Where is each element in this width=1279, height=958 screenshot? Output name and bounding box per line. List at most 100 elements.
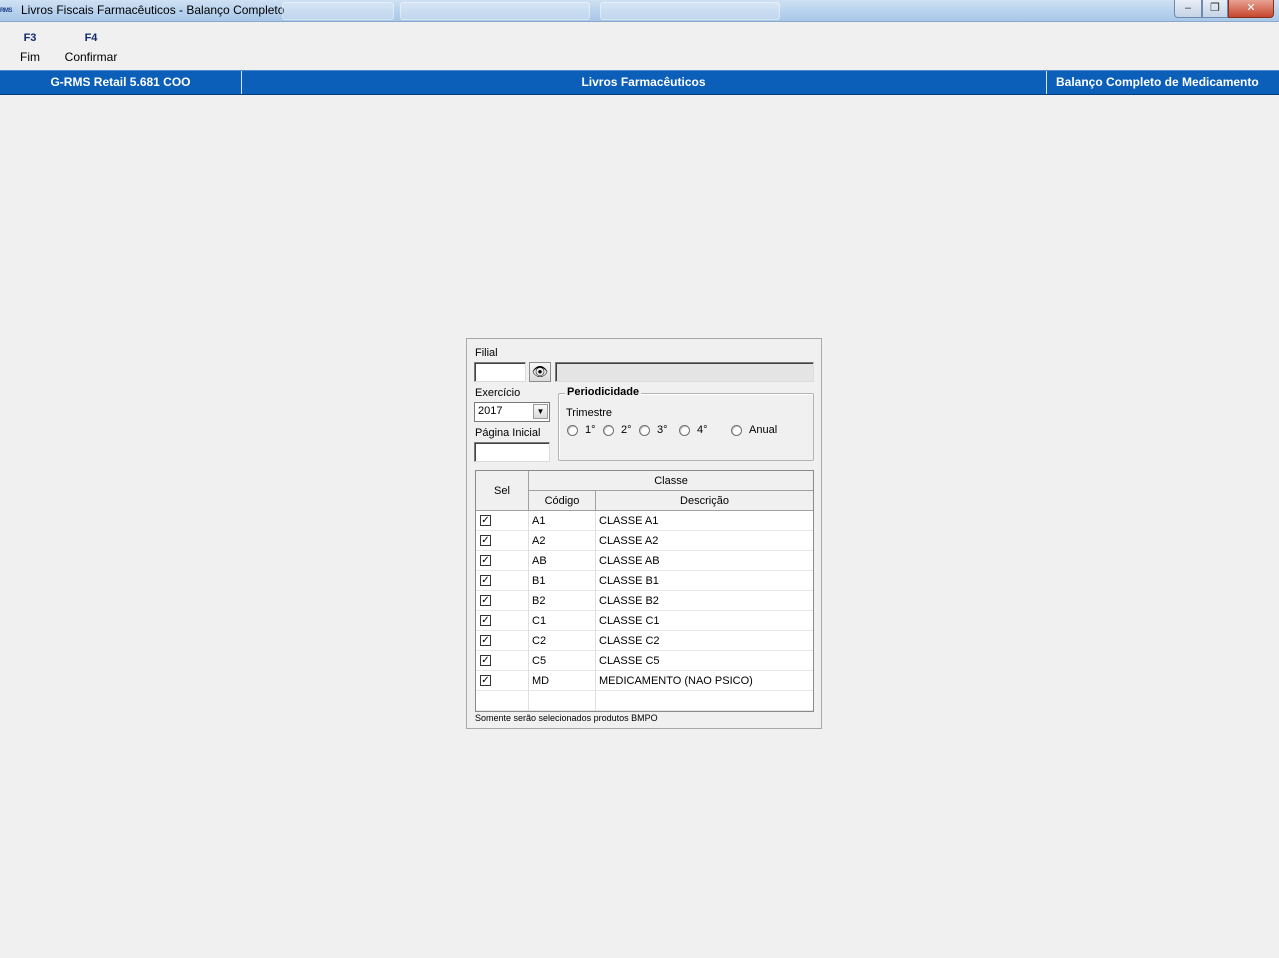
grid-cell-descricao: CLASSE C2 xyxy=(599,635,660,647)
radio-trimestre-2[interactable]: 2° xyxy=(603,424,632,436)
grid-cell-sel[interactable]: ✓ xyxy=(476,631,529,651)
sel-checkbox[interactable]: ✓ xyxy=(480,575,491,586)
filial-search-button[interactable]: 👁 xyxy=(529,362,551,382)
sel-checkbox[interactable]: ✓ xyxy=(480,535,491,546)
classe-grid[interactable]: Sel Classe Código Descrição ✓ A1 CLASSE A1… xyxy=(475,470,814,712)
radio-trimestre-3[interactable]: 3° xyxy=(639,424,668,436)
radio-label: 1° xyxy=(585,424,596,436)
sel-checkbox[interactable]: ✓ xyxy=(480,555,491,566)
sel-checkbox[interactable]: ✓ xyxy=(480,635,491,646)
radio-label: 2° xyxy=(621,424,632,436)
header-module-name: Livros Farmacêuticos xyxy=(241,71,1045,94)
sel-checkbox[interactable]: ✓ xyxy=(480,515,491,526)
grid-header-sel[interactable]: Sel xyxy=(476,471,529,511)
grid-cell-descricao: CLASSE AB xyxy=(599,555,660,567)
filial-input[interactable] xyxy=(474,362,526,382)
grid-cell-codigo: A2 xyxy=(529,531,596,551)
radio-trimestre-4[interactable]: 4° xyxy=(679,424,708,436)
table-row[interactable]: ✓ C1 CLASSE C1 xyxy=(476,611,813,631)
grid-cell-codigo: B1 xyxy=(529,571,596,591)
exercicio-select[interactable]: 2017 ▼ xyxy=(474,402,550,422)
table-row[interactable]: ✓ C5 CLASSE C5 xyxy=(476,651,813,671)
window-titlebar: RMS Livros Fiscais Farmacêuticos - Balan… xyxy=(0,0,1279,22)
grid-cell-sel[interactable]: ✓ xyxy=(476,511,529,531)
periodicidade-group: Periodicidade Trimestre 1° 2° 3° 4° Anua… xyxy=(558,386,814,461)
grid-cell-codigo: C1 xyxy=(529,611,596,631)
grid-cell-descricao: MEDICAMENTO (NAO PSICO) xyxy=(599,675,753,687)
grid-cell-codigo: MD xyxy=(529,671,596,691)
function-key-code: F4 xyxy=(84,32,98,44)
radio-anual[interactable]: Anual xyxy=(731,424,777,436)
function-key-code: F3 xyxy=(23,32,37,44)
sel-checkbox[interactable]: ✓ xyxy=(480,655,491,666)
periodicidade-legend: Periodicidade xyxy=(565,386,642,398)
grid-cell-codigo xyxy=(529,691,596,711)
chevron-down-icon[interactable]: ▼ xyxy=(533,404,548,419)
table-row[interactable]: ✓ A2 CLASSE A2 xyxy=(476,531,813,551)
grid-cell-codigo: B2 xyxy=(529,591,596,611)
taskbar-ghost-tab xyxy=(282,2,394,20)
minimize-button[interactable]: – xyxy=(1174,0,1202,18)
table-row[interactable]: ✓ B2 CLASSE B2 xyxy=(476,591,813,611)
app-logo-icon: RMS xyxy=(0,8,12,14)
grid-cell-sel[interactable]: ✓ xyxy=(476,651,529,671)
grid-header-codigo[interactable]: Código xyxy=(529,491,596,511)
grid-cell-codigo: A1 xyxy=(529,511,596,531)
sel-checkbox[interactable]: ✓ xyxy=(480,615,491,626)
header-screen-name: Balanço Completo de Medicamento xyxy=(1046,71,1279,94)
function-key-toolbar: F3 Fim F4 Confirmar xyxy=(0,23,1279,70)
grid-cell-descricao: CLASSE B2 xyxy=(599,595,659,607)
pagina-inicial-label: Página Inicial xyxy=(475,427,541,439)
grid-cell-codigo: C2 xyxy=(529,631,596,651)
grid-cell-sel[interactable]: ✓ xyxy=(476,531,529,551)
grid-cell-descricao: CLASSE A2 xyxy=(599,535,659,547)
window-title: Livros Fiscais Farmacêuticos - Balanço C… xyxy=(21,3,285,17)
radio-circle-icon xyxy=(567,424,578,436)
radio-label: 3° xyxy=(657,424,668,436)
taskbar-ghost-tab xyxy=(400,2,590,20)
table-row[interactable]: ✓ C2 CLASSE C2 xyxy=(476,631,813,651)
grid-cell-sel[interactable]: ✓ xyxy=(476,571,529,591)
radio-label: Anual xyxy=(749,424,778,436)
grid-cell-descricao: CLASSE A1 xyxy=(599,515,659,527)
table-row[interactable]: ✓ MD MEDICAMENTO (NAO PSICO) xyxy=(476,671,813,691)
grid-cell-descricao xyxy=(596,691,813,711)
trimestre-label: Trimestre xyxy=(566,407,613,419)
table-row[interactable]: ✓ B1 CLASSE B1 xyxy=(476,571,813,591)
radio-label: 4° xyxy=(697,424,708,436)
grid-cell-codigo: AB xyxy=(529,551,596,571)
balanco-form-panel: Filial 👁 Exercício 2017 ▼ Página Inicial… xyxy=(466,338,822,729)
close-button[interactable]: ✕ xyxy=(1228,0,1274,18)
sel-checkbox[interactable]: ✓ xyxy=(480,595,491,606)
filial-label: Filial xyxy=(475,347,498,359)
table-row[interactable]: ✓ AB CLASSE AB xyxy=(476,551,813,571)
pagina-inicial-input[interactable] xyxy=(474,442,550,462)
grid-cell-sel[interactable] xyxy=(476,691,529,711)
taskbar-ghost-tab xyxy=(600,2,780,20)
grid-cell-sel[interactable]: ✓ xyxy=(476,591,529,611)
maximize-button[interactable]: ❐ xyxy=(1202,0,1228,18)
f4-confirmar-button[interactable]: F4 Confirmar xyxy=(60,32,122,64)
radio-trimestre-1[interactable]: 1° xyxy=(567,424,596,436)
grid-cell-codigo: C5 xyxy=(529,651,596,671)
grid-cell-descricao: CLASSE C5 xyxy=(599,655,660,667)
table-row[interactable]: ✓ A1 CLASSE A1 xyxy=(476,511,813,531)
grid-cell-sel[interactable]: ✓ xyxy=(476,671,529,691)
grid-header-classe: Classe xyxy=(529,471,813,491)
exercicio-value: 2017 xyxy=(478,405,503,417)
grid-header-descricao[interactable]: Descrição xyxy=(596,491,813,511)
radio-circle-icon xyxy=(603,424,614,436)
sel-checkbox[interactable]: ✓ xyxy=(480,675,491,686)
binoculars-icon: 👁 xyxy=(531,364,549,379)
grid-cell-descricao: CLASSE C1 xyxy=(599,615,660,627)
radio-circle-icon xyxy=(731,424,742,436)
f3-fim-button[interactable]: F3 Fim xyxy=(14,32,46,64)
table-row[interactable] xyxy=(476,691,813,711)
grid-cell-sel[interactable]: ✓ xyxy=(476,551,529,571)
bmpo-note: Somente serão selecionados produtos BMPO xyxy=(475,713,658,723)
function-key-label: Fim xyxy=(20,50,40,64)
filial-description-field xyxy=(555,362,814,382)
header-bar: G-RMS Retail 5.681 COO Livros Farmacêuti… xyxy=(0,70,1279,95)
grid-cell-sel[interactable]: ✓ xyxy=(476,611,529,631)
exercicio-label: Exercício xyxy=(475,387,521,399)
